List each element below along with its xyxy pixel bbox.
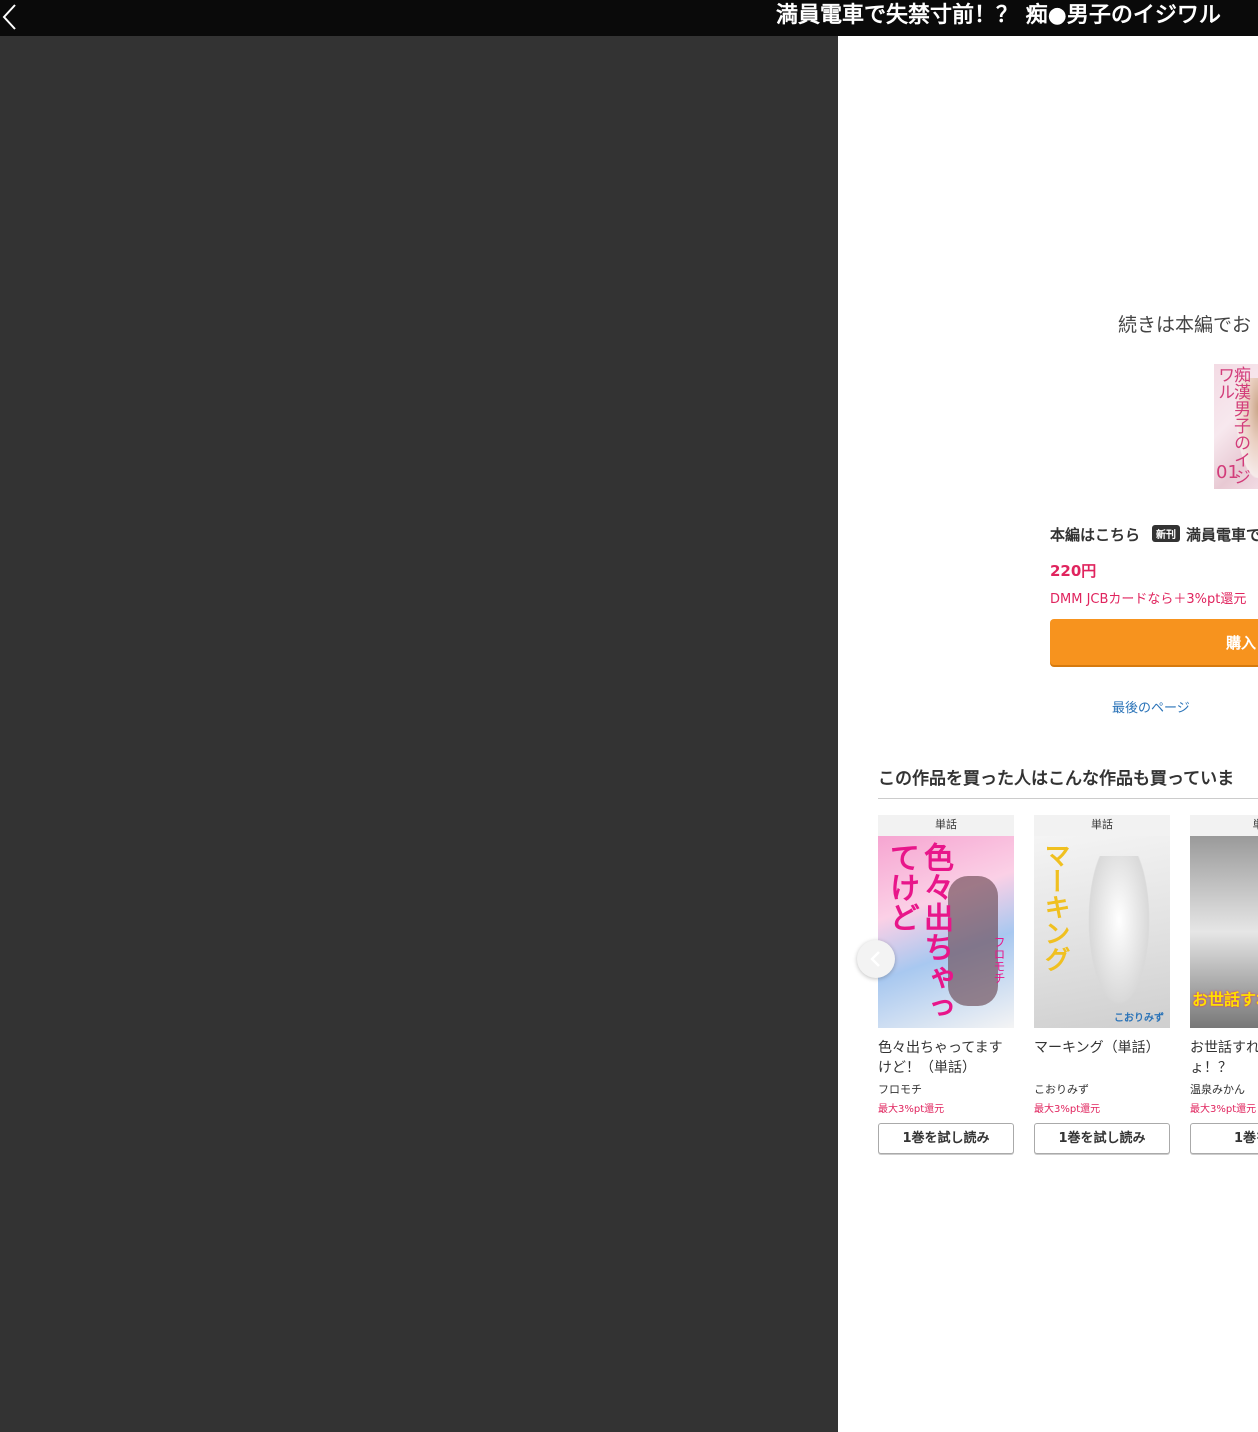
recommendation-card[interactable]: 単話 色々出ちゃってけど フロモチ 色々出ちゃってますけど！（単話） フロモチ … [878,815,1014,1154]
trial-read-button[interactable]: 1巻を試し読み [1034,1123,1170,1154]
product-title-link[interactable]: 満員電車で [1186,526,1258,544]
chevron-left-icon [870,951,880,967]
card-cover-image: 色々出ちゃってけど フロモチ [878,836,1014,1028]
cover-figure [1084,856,1154,1016]
back-button[interactable] [0,0,30,36]
card-title[interactable]: マーキング（単話） [1034,1038,1170,1078]
recommendation-card[interactable]: 単話 マーキング こおりみず マーキング（単話） こおりみず 最大3%pt還元 … [1034,815,1170,1154]
card-points: 最大3%pt還元 [878,1104,945,1115]
last-page-link[interactable]: 最後のページ [1112,697,1190,716]
top-bar: 満員電車で失禁寸前！？ 痴●男子のイジワル [0,0,1258,36]
card-thumbnail[interactable]: 単話 色々出ちゃってけど フロモチ [878,815,1014,1028]
buy-button[interactable]: 購入 [1050,619,1258,665]
card-title[interactable]: お世話すれでしょ！？ [1190,1038,1258,1078]
card-author[interactable]: 温泉みかん [1190,1081,1258,1097]
price: 220円 [1050,562,1097,580]
main-label: 本編はこちら [1050,526,1141,544]
card-author[interactable]: こおりみず [1034,1081,1170,1097]
card-thumbnail[interactable]: 単話 マーキング こおりみず [1034,815,1170,1028]
product-info-row: 本編はこちら 新刊 満員電車で [1050,524,1258,545]
product-cover[interactable]: 痴漢男子のイジワル 01 [1214,364,1258,489]
divider [878,798,1258,799]
book-title: 満員電車で失禁寸前！？ 痴●男子のイジワル [776,3,1221,28]
end-of-preview-panel: 続きは本編でお 痴漢男子のイジワル 01 本編はこちら 新刊 満員電車で 220円 … [838,36,1258,1432]
trial-read-button[interactable]: 1巻を試 [1190,1123,1258,1154]
trial-read-button[interactable]: 1巻を試し読み [878,1123,1014,1154]
card-points: 最大3%pt還元 [1190,1104,1257,1115]
cover-author-text: フロモチ [992,936,1006,984]
recommendation-card[interactable]: 単 お世話すれ お世話すれでしょ！？ 温泉みかん 最大3%pt還元 1巻を試 [1190,815,1258,1154]
card-cover-image: マーキング こおりみず [1034,836,1170,1028]
card-author[interactable]: フロモチ [878,1081,1014,1097]
recommendations-heading: この作品を買った人はこんな作品も買っていま [878,769,1235,789]
card-type-label: 単話 [935,818,957,831]
carousel-prev-button[interactable] [857,940,895,978]
new-badge: 新刊 [1152,525,1181,542]
cover-logo-text: 色々出ちゃってけど [884,842,953,1022]
card-title[interactable]: 色々出ちゃってますけど！（単話） [878,1038,1014,1078]
card-cover-image: お世話すれ [1190,836,1258,1028]
cover-logo-text: マーキング [1040,842,1070,972]
reader-page-area[interactable] [0,36,838,1432]
cover-author-text: こおりみず [1114,1013,1164,1024]
jcb-points-note: DMM JCBカードなら＋3%pt還元 [1050,592,1247,607]
card-thumbnail[interactable]: 単 お世話すれ [1190,815,1258,1028]
chevron-left-icon [2,4,16,30]
cover-logo-text: お世話すれ [1192,990,1258,1009]
card-type-label: 単話 [1091,818,1113,831]
card-type-label: 単 [1190,815,1258,835]
continue-text: 続きは本編でお [1118,314,1252,336]
cover-volume-number: 01 [1216,462,1239,483]
buy-button-label: 購入 [1226,634,1257,652]
card-points: 最大3%pt還元 [1034,1104,1101,1115]
